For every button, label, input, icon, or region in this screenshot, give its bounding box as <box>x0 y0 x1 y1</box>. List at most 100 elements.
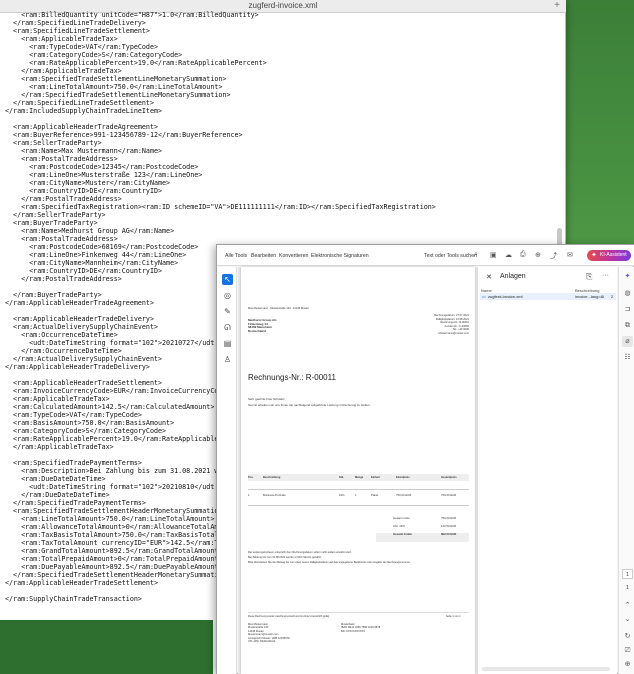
fit-page-icon[interactable]: ⎚ <box>622 645 633 656</box>
left-toolbar: ↖ ◎ ✎ ᘏ ▤ ♙ <box>217 267 237 674</box>
xml-line: <ram:BuyerTradeParty> <box>5 219 98 227</box>
attachment-extra: 2 <box>611 294 614 299</box>
row-cell: Business-Portraits <box>263 493 286 497</box>
column-header: Beschreibung <box>263 476 281 479</box>
scan-icon[interactable]: ▣ <box>490 251 497 259</box>
table-rule-2 <box>248 505 469 506</box>
row-cell: 750,00 EUR <box>441 493 457 497</box>
chevron-up-icon[interactable]: ⌃ <box>622 600 633 611</box>
xml-line: </ram:SpecifiedTradeSettlementLineMoneta… <box>5 91 231 99</box>
xml-line: <ram:BilledQuantity unitCode="H87">1.0</… <box>5 11 259 19</box>
xml-line: <ram:LineTotalAmount>750.0</ram:LineTota… <box>5 83 223 91</box>
xml-line: </ram:ApplicableTradeTax> <box>5 67 122 75</box>
print-icon[interactable]: ⎙ <box>520 251 526 259</box>
sender-line: Max Mustermann · Musterstraße 123 · 1234… <box>248 307 309 310</box>
pen-icon[interactable]: ✎ <box>222 306 233 317</box>
comment-icon[interactable]: ◎ <box>222 290 233 301</box>
menu-edit[interactable]: Bearbeiten <box>251 253 276 259</box>
pages-icon[interactable]: ⧉ <box>622 320 633 331</box>
sum-value: 892,50 EUR <box>441 532 457 536</box>
pdf-viewer-window: Alle Tools Bearbeiten Konvertieren Elekt… <box>216 244 634 674</box>
desktop-strip <box>0 620 213 674</box>
search-icon[interactable]: ⌕ <box>474 251 478 259</box>
horizontal-scrollbar[interactable] <box>482 667 610 671</box>
zoom-in-icon[interactable]: ⊕ <box>622 659 633 670</box>
xml-line: <ram:TypeCode>VAT</ram:TypeCode> <box>5 43 158 51</box>
xml-line: <ram:RateApplicablePercent>19.0</ram:Rat… <box>5 59 267 67</box>
more-options-icon[interactable]: ··· <box>602 272 609 279</box>
column-header: Einheit <box>371 476 380 479</box>
ai-assistant-button[interactable]: ✦ KI-Assistent <box>587 250 631 261</box>
lasso-icon[interactable]: ᘏ <box>222 322 233 333</box>
xml-line: </ram:PostalTradeAddress> <box>5 195 122 203</box>
viewer-menubar: Alle Tools Bearbeiten Konvertieren Elekt… <box>217 245 634 266</box>
ai-icon[interactable]: ✦ <box>622 271 633 282</box>
xml-line: <ram:PostcodeCode>12345</ram:PostcodeCod… <box>5 163 199 171</box>
menu-all-tools[interactable]: Alle Tools <box>225 253 247 259</box>
xml-line: <ram:ApplicableHeaderTradeAgreement> <box>5 123 158 131</box>
row-cell: 1 <box>248 493 250 497</box>
row-cell: 1 <box>355 493 357 497</box>
new-tab-plus-icon[interactable]: + <box>554 0 560 11</box>
menu-convert[interactable]: Konvertieren <box>279 253 308 259</box>
column-header: Pos. <box>248 476 254 479</box>
mail-icon[interactable]: ✉ <box>567 251 573 259</box>
attachments-title: Anlagen <box>500 273 526 280</box>
xml-line: <ram:PostalTradeAddress> <box>5 235 118 243</box>
greeting: Sehr geehrte Frau Schwarz, <box>248 397 286 401</box>
select-cursor-icon[interactable]: ↖ <box>222 274 233 285</box>
close-icon[interactable]: ✕ <box>486 273 492 281</box>
chevron-down-icon[interactable]: ⌄ <box>622 614 633 625</box>
attachment-paperclip-icon[interactable]: ⌀ <box>622 336 633 347</box>
note-line: Bitte überweisen Sie den Betrag bis zum … <box>248 561 411 564</box>
column-header: Gesamtpreis <box>441 476 457 479</box>
row-cell: Paket <box>371 493 379 497</box>
text-box-icon[interactable]: ▤ <box>222 338 233 349</box>
zoom-icon[interactable]: ⊕ <box>535 251 541 259</box>
sparkle-icon: ✦ <box>591 252 597 259</box>
meta-line: Mustermann@muster.com <box>438 332 469 335</box>
layers-icon[interactable]: ☷ <box>622 352 633 363</box>
xml-line: <ram:SellerTradeParty> <box>5 139 102 147</box>
column-header: Menge <box>355 476 364 479</box>
xml-line: <ram:SpecifiedTradeSettlementLineMonetar… <box>5 75 227 83</box>
xml-line: <ram:Name>Medhurst Group AG</ram:Name> <box>5 227 175 235</box>
xml-line: <ram:PostalTradeAddress> <box>5 155 118 163</box>
bookmark-icon[interactable]: ⊐ <box>622 304 633 315</box>
ai-assistant-label: KI-Assistent <box>600 252 627 258</box>
attachment-file-name[interactable]: zugferd-invoice.xml <box>488 294 522 299</box>
sum-label: Gesamt netto <box>393 516 410 520</box>
xml-line: <ram:CountryID>DE</ram:CountryID> <box>5 187 163 195</box>
total-pages: 1 <box>626 585 629 591</box>
search-tools-field[interactable]: Text oder Tools suchen <box>424 253 477 259</box>
xml-line: </ram:SpecifiedLineTradeDelivery> <box>5 19 146 27</box>
footer-address-line: USt.-IdNr. DE111111111 <box>248 640 276 643</box>
comments-panel-icon[interactable]: ◍ <box>622 288 633 299</box>
menu-e-signatures[interactable]: Elektronische Signaturen <box>311 253 369 259</box>
invoice-title: Rechnungs-Nr.: R-00011 <box>248 373 336 382</box>
refresh-icon[interactable]: ↻ <box>622 631 633 642</box>
xml-line: <ram:BuyerReference>991-123456789-12</ra… <box>5 131 243 139</box>
right-rail: ✦ ◍ ⊐ ⧉ ⌀ ☷ 1 1 ⌃ ⌄ ↻ ⎚ ⊕ <box>618 267 634 674</box>
attach-file-icon[interactable]: ⎘ <box>586 272 592 282</box>
sum-value: 750,00 EUR <box>441 516 457 520</box>
xml-line <box>5 115 553 123</box>
note-line: Der Leistungszeitraum entspricht dem Rec… <box>248 551 352 554</box>
sum-label: Gesamt brutto <box>393 532 413 536</box>
xml-line: <ram:SpecifiedTaxRegistration><ram:ID sc… <box>5 203 436 211</box>
xml-line: <ram:ApplicableTradeTax> <box>5 35 118 43</box>
current-page[interactable]: 1 <box>622 569 633 579</box>
footer-rule <box>248 612 469 613</box>
row-cell: 750,00 EUR <box>396 493 412 497</box>
footer-right: Seite 1 von 1 <box>446 615 461 618</box>
cloud-icon[interactable]: ☁ <box>505 251 512 259</box>
sum-label: USt. 19% <box>393 524 405 528</box>
column-header: Einzelpreis <box>396 476 410 479</box>
stamp-icon[interactable]: ♙ <box>222 354 233 365</box>
footer-left: Diese Rechnung wurde maschinell erstellt… <box>248 615 330 618</box>
buyer-country: Deutschland <box>248 328 267 333</box>
xml-line: </ram:SellerTradeParty> <box>5 211 106 219</box>
document-area: Max Mustermann · Musterstraße 123 · 1234… <box>238 267 482 674</box>
footer-bank-line: BIC XXXXXXXXXXX <box>341 629 366 633</box>
share-icon[interactable]: ⤴ <box>550 251 557 261</box>
